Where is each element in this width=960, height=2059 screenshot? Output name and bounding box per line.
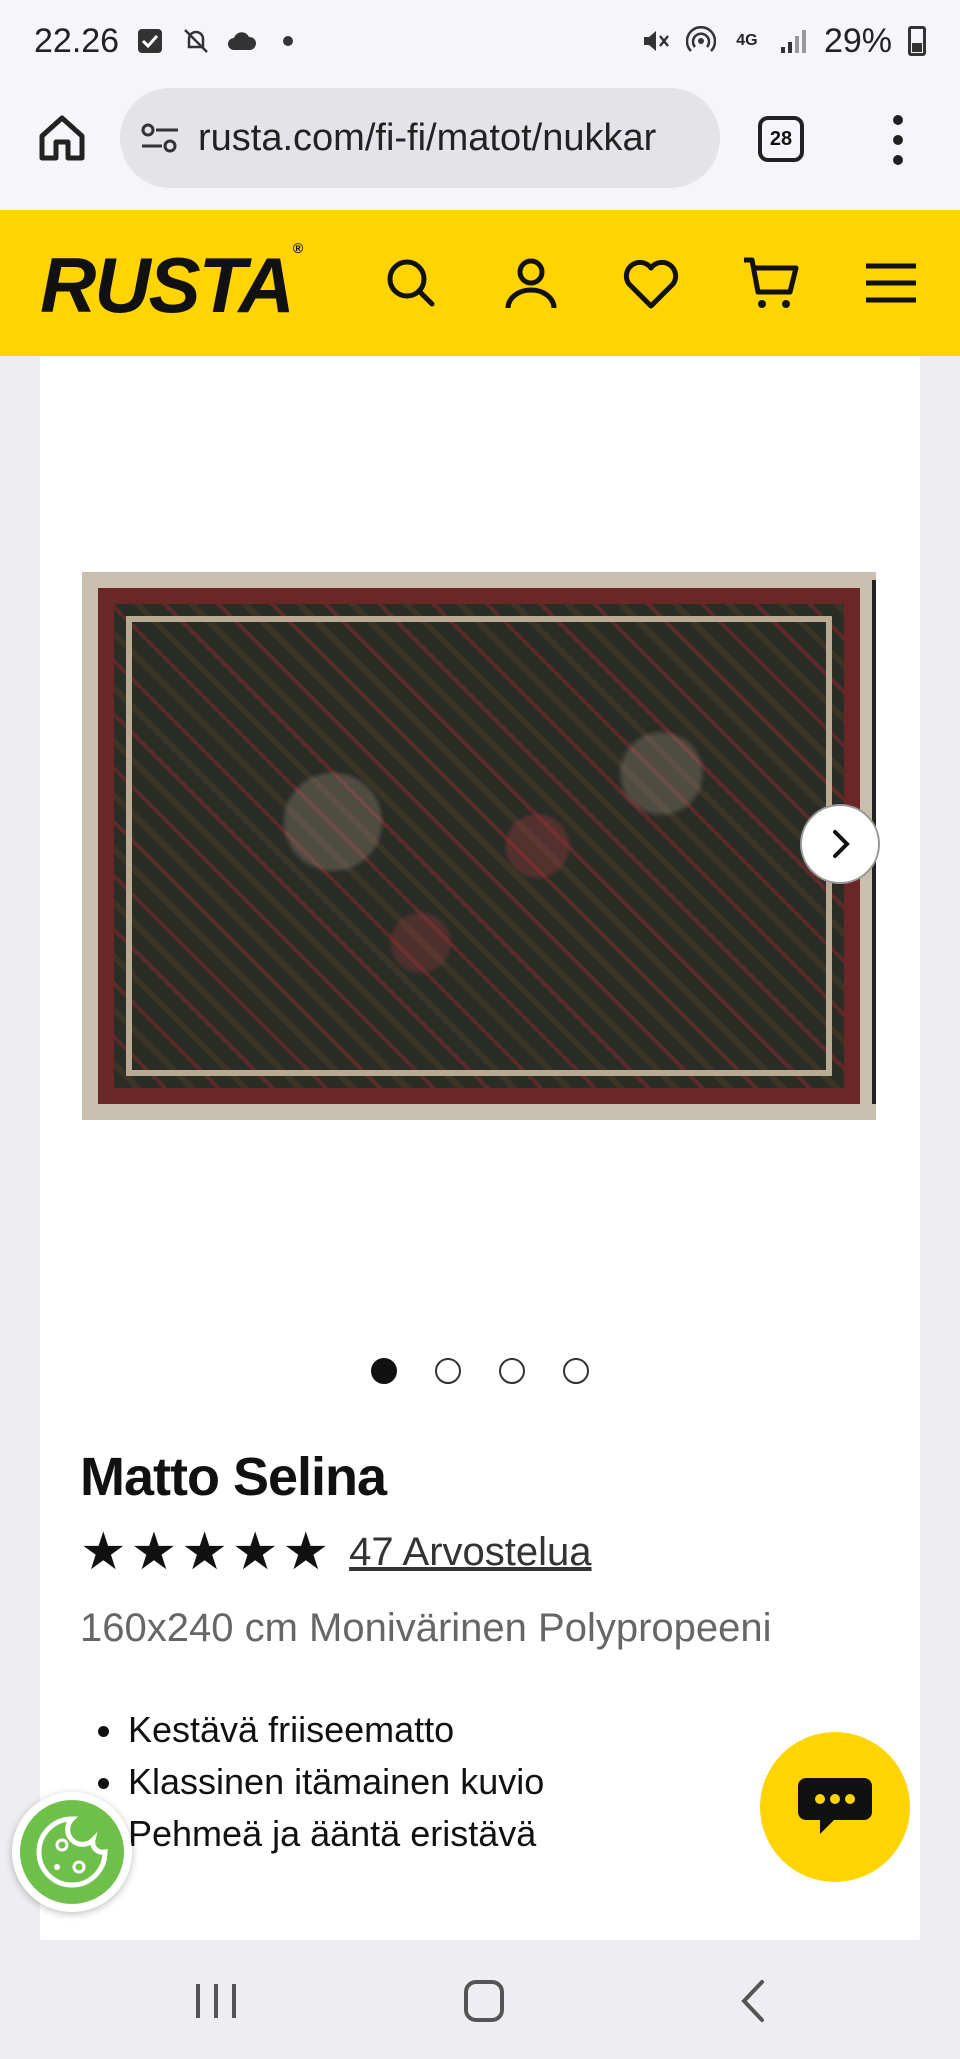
home-button[interactable] <box>34 110 90 166</box>
rating-stars: ★ ★ ★ ★ ★ <box>80 1526 329 1578</box>
network-type-icon: 4G <box>732 26 762 56</box>
cloud-icon <box>227 26 257 56</box>
site-settings-icon <box>141 123 178 153</box>
status-right: 4G 29% <box>640 22 926 61</box>
checkbox-notification-icon <box>135 26 165 56</box>
home-nav-icon <box>464 1980 504 2022</box>
wishlist-button[interactable] <box>620 252 682 314</box>
battery-percent: 29% <box>823 21 892 60</box>
dot-icon <box>273 26 303 56</box>
feature-item: Klassinen itämainen kuvio <box>80 1756 544 1808</box>
heart-icon <box>623 259 679 309</box>
carousel-dot-4[interactable] <box>563 1358 589 1384</box>
cart-button[interactable] <box>740 252 802 314</box>
notifications-muted-icon <box>181 26 211 56</box>
logo-text: RUSTA <box>40 241 295 329</box>
address-bar[interactable]: rusta.com/fi-fi/matot/nukkar <box>120 88 720 188</box>
carousel-dots <box>40 1358 920 1384</box>
account-button[interactable] <box>500 252 562 314</box>
product-subtitle: 160x240 cm Monivärinen Polypropeeni <box>80 1606 772 1650</box>
product-card: Matto Selina ★ ★ ★ ★ ★ 47 Arvostelua 160… <box>40 356 920 1940</box>
recent-apps-icon <box>196 1984 236 2018</box>
carousel-dot-3[interactable] <box>499 1358 525 1384</box>
product-image[interactable] <box>82 572 876 1120</box>
back-button[interactable] <box>724 1976 784 2026</box>
carousel-next-button[interactable] <box>800 804 880 884</box>
product-title: Matto Selina <box>80 1447 387 1507</box>
battery-icon <box>908 26 926 56</box>
chat-icon <box>798 1778 872 1834</box>
carousel-dot-2[interactable] <box>435 1358 461 1384</box>
star-icon: ★ <box>231 1523 279 1581</box>
chevron-right-icon <box>833 830 850 858</box>
vibrate-mute-icon <box>640 26 670 56</box>
back-icon <box>741 1980 764 2022</box>
feature-list: Kestävä friiseematto Klassinen itämainen… <box>80 1704 544 1860</box>
home-nav-button[interactable] <box>454 1976 514 2026</box>
cart-icon <box>744 257 799 308</box>
signal-icon <box>778 26 808 56</box>
site-header: RUSTA® <box>0 210 960 356</box>
account-icon <box>505 258 557 309</box>
tab-count: 28 <box>769 127 793 150</box>
search-icon <box>387 259 435 307</box>
reviews-link[interactable]: 47 Arvostelua <box>349 1530 591 1575</box>
search-button[interactable] <box>380 252 442 314</box>
url-text: rusta.com/fi-fi/matot/nukkar <box>198 116 657 159</box>
carousel-dot-1[interactable] <box>371 1358 397 1384</box>
status-time: 22.26 <box>34 21 120 60</box>
rusta-logo[interactable]: RUSTA® <box>40 240 303 331</box>
cookie-icon <box>20 1800 124 1904</box>
network-type-label: 4G <box>736 32 758 49</box>
star-icon: ★ <box>80 1523 127 1581</box>
home-icon <box>39 115 85 161</box>
status-bar: 22.26 4G 29% <box>0 0 960 82</box>
main-menu-button[interactable] <box>860 252 922 314</box>
browser-toolbar: rusta.com/fi-fi/matot/nukkar 28 <box>0 82 960 210</box>
hotspot-icon <box>685 26 716 56</box>
more-vert-icon <box>893 115 903 165</box>
star-icon: ★ <box>282 1523 330 1581</box>
status-left: 22.26 <box>34 22 303 61</box>
system-navigation-bar <box>0 1940 960 2059</box>
cookie-settings-button[interactable] <box>12 1792 132 1912</box>
browser-menu-button[interactable] <box>888 112 908 168</box>
chat-button[interactable] <box>760 1732 910 1882</box>
tab-switcher-button[interactable]: 28 <box>758 116 804 162</box>
recent-apps-button[interactable] <box>186 1976 246 2026</box>
star-icon: ★ <box>130 1523 178 1581</box>
feature-item: Pehmeä ja ääntä eristävä <box>80 1808 544 1860</box>
rating-row: ★ ★ ★ ★ ★ 47 Arvostelua <box>80 1526 592 1578</box>
feature-item: Kestävä friiseematto <box>80 1704 544 1756</box>
hamburger-menu-icon <box>866 263 916 303</box>
star-icon: ★ <box>181 1523 228 1581</box>
